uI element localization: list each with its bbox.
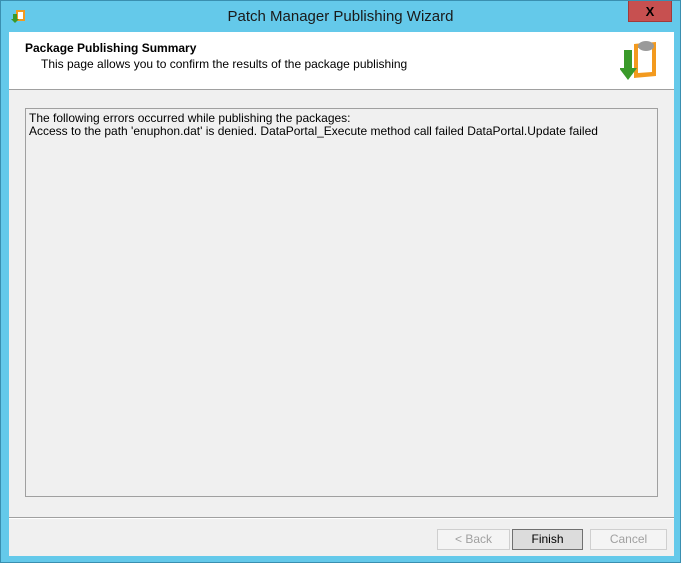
title-bar: Patch Manager Publishing Wizard X — [1, 1, 680, 31]
back-button[interactable]: < Back — [437, 529, 510, 550]
close-button[interactable]: X — [628, 1, 672, 22]
wizard-window: Patch Manager Publishing Wizard X Packag… — [0, 0, 681, 563]
app-icon — [11, 10, 25, 23]
footer-divider — [9, 517, 674, 519]
window-title: Patch Manager Publishing Wizard — [227, 8, 454, 25]
finish-button[interactable]: Finish — [512, 529, 583, 550]
wizard-header: Package Publishing Summary This page all… — [9, 32, 674, 90]
package-download-icon — [620, 41, 656, 80]
wizard-body: Package Publishing Summary This page all… — [9, 32, 674, 556]
error-message: Access to the path 'enuphon.dat' is deni… — [29, 124, 598, 138]
page-title: Package Publishing Summary — [25, 41, 197, 55]
results-textbox[interactable]: The following errors occurred while publ… — [25, 108, 658, 497]
page-subtitle: This page allows you to confirm the resu… — [41, 57, 408, 71]
cancel-button[interactable]: Cancel — [590, 529, 667, 550]
